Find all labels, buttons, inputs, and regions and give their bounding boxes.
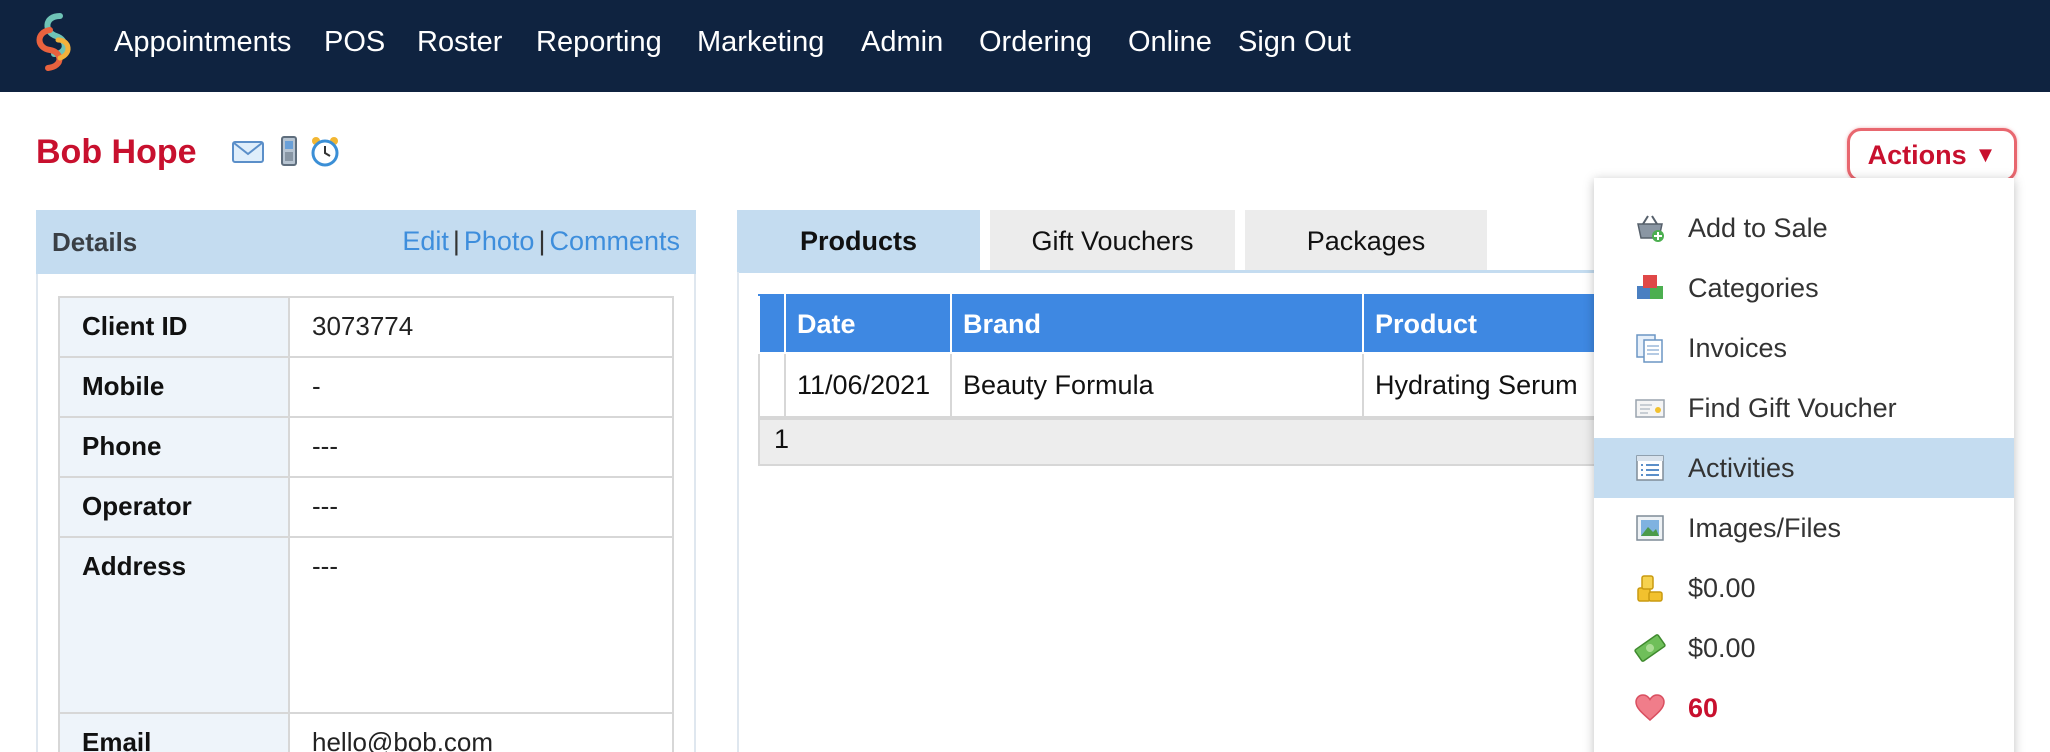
link-separator: | bbox=[538, 226, 546, 256]
edit-link[interactable]: Edit bbox=[402, 226, 449, 256]
list-icon bbox=[1636, 455, 1664, 481]
nav-online[interactable]: Online bbox=[1128, 22, 1212, 62]
nav-ordering[interactable]: Ordering bbox=[979, 22, 1092, 62]
table-header-row: Date Brand Product bbox=[758, 294, 1618, 354]
details-value: - bbox=[288, 356, 674, 418]
details-row-address: Address --- bbox=[58, 536, 674, 714]
nav-marketing[interactable]: Marketing bbox=[697, 22, 824, 62]
details-title: Details bbox=[52, 227, 138, 257]
menu-item-categories[interactable]: Categories bbox=[1594, 258, 2014, 318]
table-stub-cell bbox=[758, 352, 786, 418]
gift-card-icon bbox=[1635, 399, 1665, 418]
menu-item-label: Find Gift Voucher bbox=[1688, 393, 1897, 423]
cubes-icon bbox=[1637, 275, 1663, 299]
column-header-date[interactable]: Date bbox=[784, 294, 952, 354]
coins-icon bbox=[1637, 575, 1663, 602]
column-header-brand[interactable]: Brand bbox=[950, 294, 1364, 354]
details-label: Email bbox=[58, 712, 290, 752]
details-table: Client ID 3073774 Mobile - Phone --- Ope… bbox=[58, 296, 674, 752]
menu-item-account-balance[interactable]: $0.00 bbox=[1594, 558, 2014, 618]
top-nav: Appointments POS Roster Reporting Market… bbox=[0, 0, 2050, 92]
details-label: Operator bbox=[58, 476, 290, 538]
menu-item-loyalty-points[interactable]: 60 bbox=[1594, 678, 2014, 738]
menu-item-label: 60 bbox=[1688, 693, 1719, 723]
menu-item-label: Categories bbox=[1688, 273, 1819, 303]
menu-item-label: Add to Sale bbox=[1688, 213, 1828, 243]
details-value: --- bbox=[288, 476, 674, 538]
comments-link[interactable]: Comments bbox=[549, 226, 680, 256]
column-header-product[interactable]: Product bbox=[1362, 294, 1618, 354]
menu-item-label: Images/Files bbox=[1688, 513, 1842, 543]
details-value: --- bbox=[288, 416, 674, 478]
cash-icon bbox=[1634, 634, 1666, 662]
logo-icon[interactable] bbox=[30, 10, 80, 74]
menu-item-invoices[interactable]: Invoices bbox=[1594, 318, 2014, 378]
nav-admin[interactable]: Admin bbox=[861, 22, 943, 62]
tab-products[interactable]: Products bbox=[737, 210, 980, 272]
details-value: hello@bob.com bbox=[288, 712, 674, 752]
details-row-phone: Phone --- bbox=[58, 416, 674, 478]
table-row[interactable]: 11/06/2021 Beauty Formula Hydrating Seru… bbox=[758, 352, 1618, 418]
nav-reporting[interactable]: Reporting bbox=[536, 22, 662, 62]
details-row-client-id: Client ID 3073774 bbox=[58, 296, 674, 358]
cell-brand: Beauty Formula bbox=[950, 352, 1364, 418]
details-label: Address bbox=[58, 536, 290, 714]
details-row-email: Email hello@bob.com bbox=[58, 712, 674, 752]
details-value: 3073774 bbox=[288, 296, 674, 358]
details-header: Details Edit | Photo | Comments bbox=[36, 210, 696, 274]
chevron-down-icon: ▼ bbox=[1974, 142, 1997, 167]
menu-item-images-files[interactable]: Images/Files bbox=[1594, 498, 2014, 558]
menu-item-add-to-sale[interactable]: Add to Sale bbox=[1594, 198, 2014, 258]
menu-item-cash-balance[interactable]: $0.00 bbox=[1594, 618, 2014, 678]
tab-packages[interactable]: Packages bbox=[1245, 210, 1487, 272]
menu-item-label: Invoices bbox=[1688, 333, 1788, 363]
actions-button[interactable]: Actions ▼ bbox=[1847, 128, 2017, 182]
photo-link[interactable]: Photo bbox=[464, 226, 535, 256]
alarm-clock-icon[interactable] bbox=[308, 134, 342, 168]
details-row-operator: Operator --- bbox=[58, 476, 674, 538]
menu-item-label: $0.00 bbox=[1688, 573, 1756, 603]
table-stub-header bbox=[758, 294, 786, 354]
picture-icon bbox=[1636, 515, 1664, 541]
actions-label: Actions bbox=[1867, 139, 1967, 170]
actions-menu: Add to Sale Categories Invoices Find Gif… bbox=[1594, 178, 2014, 752]
details-label: Phone bbox=[58, 416, 290, 478]
nav-sign-out[interactable]: Sign Out bbox=[1238, 22, 1351, 62]
nav-pos[interactable]: POS bbox=[324, 22, 385, 62]
menu-item-activities[interactable]: Activities bbox=[1594, 438, 2014, 498]
menu-item-find-gift-voucher[interactable]: Find Gift Voucher bbox=[1594, 378, 2014, 438]
details-value: --- bbox=[288, 536, 674, 714]
page-number[interactable]: 1 bbox=[774, 424, 789, 454]
details-label: Client ID bbox=[58, 296, 290, 358]
menu-item-label: $0.00 bbox=[1688, 633, 1756, 663]
details-label: Mobile bbox=[58, 356, 290, 418]
cell-product: Hydrating Serum bbox=[1362, 352, 1618, 418]
email-icon[interactable] bbox=[231, 134, 265, 168]
details-row-mobile: Mobile - bbox=[58, 356, 674, 418]
mobile-phone-icon[interactable] bbox=[272, 134, 306, 168]
nav-appointments[interactable]: Appointments bbox=[114, 22, 291, 62]
documents-icon bbox=[1636, 334, 1663, 363]
basket-add-icon bbox=[1637, 215, 1664, 242]
heart-icon bbox=[1635, 694, 1665, 721]
cell-date: 11/06/2021 bbox=[784, 352, 952, 418]
menu-item-label: Activities bbox=[1688, 453, 1795, 483]
nav-roster[interactable]: Roster bbox=[417, 22, 502, 62]
details-links: Edit | Photo | Comments bbox=[402, 224, 680, 258]
link-separator: | bbox=[452, 226, 460, 256]
products-table: Date Brand Product 11/06/2021 Beauty For… bbox=[758, 294, 1618, 418]
table-pager: 1 bbox=[758, 418, 1618, 466]
tab-gift-vouchers[interactable]: Gift Vouchers bbox=[990, 210, 1235, 272]
client-name: Bob Hope bbox=[36, 133, 197, 171]
